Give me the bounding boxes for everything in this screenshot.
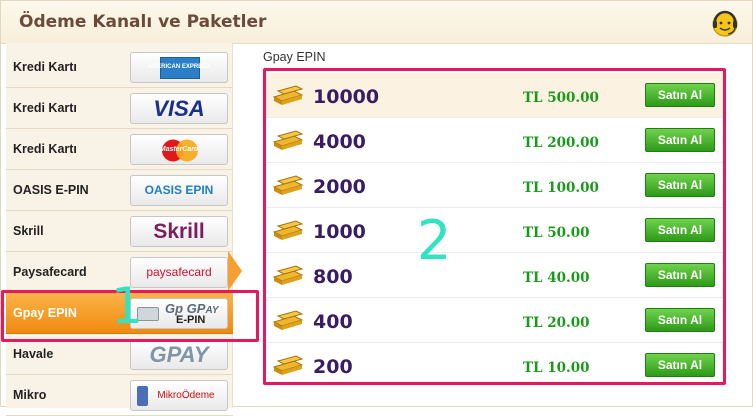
annotation-number-1: 1	[111, 277, 143, 335]
payment-panel: Ödeme Kanalı ve Paketler Kredi Kartı AME…	[0, 0, 753, 416]
method-label: Paysafecard	[13, 265, 87, 279]
method-mastercard[interactable]: Kredi Kartı MasterCard	[6, 129, 233, 170]
method-visa[interactable]: Kredi Kartı VISA	[6, 88, 233, 129]
visa-logo: VISA	[130, 93, 228, 124]
method-label: OASIS E-PIN	[13, 183, 89, 197]
annotation-number-2: 2	[417, 209, 452, 272]
selected-method-label: Gpay EPIN	[263, 50, 326, 64]
method-amex[interactable]: Kredi Kartı AMERICAN EXPRESS	[6, 47, 233, 88]
active-method-arrow	[228, 251, 242, 291]
method-label: Kredi Kartı	[13, 60, 77, 74]
method-mikro[interactable]: Mikro MikroÖdeme	[6, 375, 233, 416]
mastercard-logo: MasterCard	[130, 134, 228, 165]
method-label: Skrill	[13, 224, 44, 238]
amex-logo: AMERICAN EXPRESS	[130, 52, 228, 83]
method-label: Havale	[13, 347, 54, 361]
method-label: Kredi Kartı	[13, 142, 77, 156]
oasis-epin-logo: OASIS EPIN	[130, 175, 228, 206]
gpay-logo: GPAY	[130, 339, 228, 370]
method-oasis-epin[interactable]: OASIS E-PIN OASIS EPIN	[6, 170, 233, 211]
payment-method-sidebar: Kredi Kartı AMERICAN EXPRESS Kredi Kartı…	[6, 43, 233, 416]
support-headset-icon[interactable]	[710, 8, 740, 38]
method-skrill[interactable]: Skrill Skrill	[6, 211, 233, 252]
panel-header: Ödeme Kanalı ve Paketler	[1, 1, 752, 44]
paysafecard-logo: paysafecard	[130, 257, 228, 288]
skrill-logo: Skrill	[130, 216, 228, 247]
mikroodeme-logo: MikroÖdeme	[130, 380, 228, 411]
method-label: Kredi Kartı	[13, 101, 77, 115]
method-label: Mikro	[13, 388, 47, 402]
annotation-box-2	[263, 68, 726, 385]
page-title: Ödeme Kanalı ve Paketler	[19, 12, 267, 32]
